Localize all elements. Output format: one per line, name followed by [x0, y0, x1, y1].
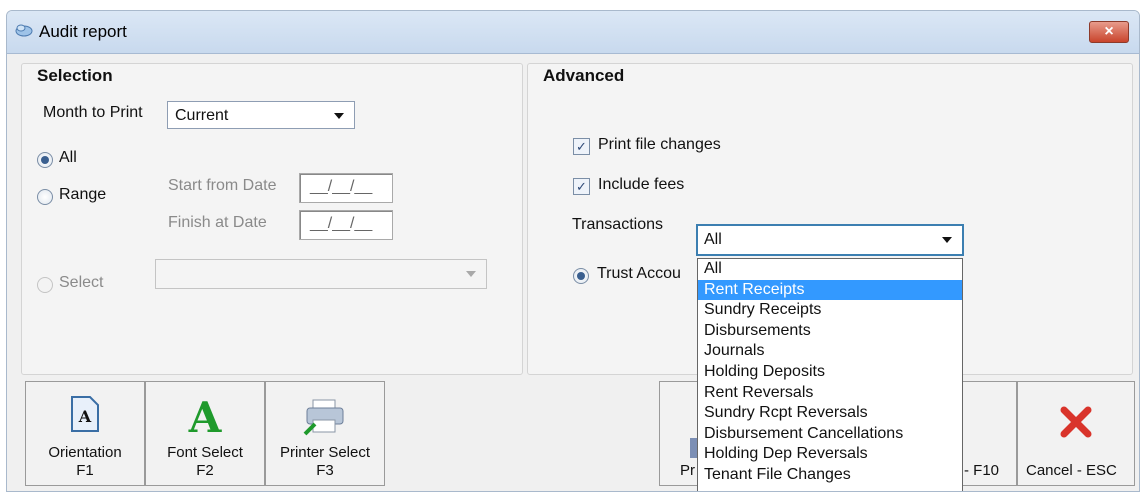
select-radio-label: Select [59, 274, 104, 291]
audit-report-window: Audit report × Selection Month to Print … [6, 10, 1140, 492]
month-to-print-select[interactable]: Current [167, 101, 355, 129]
start-from-date-field[interactable]: __/__/__ [299, 173, 393, 203]
selection-title: Selection [37, 66, 113, 85]
font-select-caption: Font Select F2 [146, 444, 264, 480]
transactions-select[interactable]: All [696, 224, 964, 256]
transactions-option[interactable]: Disbursement Cancellations [698, 424, 962, 445]
month-to-print-label: Month to Print [43, 104, 143, 121]
transactions-dropdown-list: All Rent Receipts Sundry Receipts Disbursem… [697, 258, 963, 491]
transactions-option[interactable]: Rent Receipts [698, 279, 962, 301]
printer-select-key: F3 [316, 462, 334, 479]
printer-select-caption: Printer Select F3 [266, 444, 384, 480]
transactions-option[interactable]: All [698, 259, 962, 280]
transactions-label: Transactions [572, 216, 663, 233]
include-fees-checkbox[interactable]: ✓ [573, 178, 590, 195]
cancel-button[interactable]: Cancel - ESC [1017, 381, 1135, 486]
orientation-caption: Orientation F1 [26, 444, 144, 480]
chevron-down-icon [334, 113, 344, 119]
finish-at-date-field[interactable]: __/__/__ [299, 210, 393, 240]
chevron-down-icon [466, 271, 476, 277]
transactions-option[interactable]: Holding Deposits [698, 362, 962, 383]
font-icon: A [188, 396, 223, 436]
finish-at-date-label: Finish at Date [168, 214, 267, 231]
range-radio-label: Range [59, 186, 107, 203]
transactions-option[interactable]: Holding Dep Reversals [698, 444, 962, 465]
trust-account-label: Trust Accou [597, 265, 681, 282]
svg-text:A: A [78, 407, 92, 426]
transactions-option[interactable]: Disbursements [698, 321, 962, 342]
transactions-option[interactable]: Journals [698, 341, 962, 362]
font-select-button[interactable]: A Font Select F2 [145, 381, 265, 486]
cancel-label: Cancel - ESC [1026, 462, 1117, 479]
transactions-value: All [704, 231, 722, 248]
all-radio[interactable] [37, 152, 53, 168]
orientation-key: F1 [76, 462, 94, 479]
title-bar[interactable]: Audit report × [7, 11, 1139, 54]
print-file-changes-label: Print file changes [598, 136, 721, 153]
svg-text:A: A [188, 396, 223, 436]
orientation-button[interactable]: A Orientation F1 [25, 381, 145, 486]
window-title: Audit report [39, 22, 127, 41]
include-fees-label: Include fees [598, 176, 685, 193]
print-label-partial: - F10 [964, 462, 1000, 479]
advanced-title: Advanced [543, 66, 625, 85]
cancel-icon [1060, 406, 1092, 438]
month-to-print-value: Current [175, 107, 229, 124]
orientation-icon: A [71, 396, 99, 432]
transactions-option[interactable]: Tenant File Changes [698, 465, 962, 486]
printer-select-label: Printer Select [279, 444, 371, 461]
print-file-changes-checkbox[interactable]: ✓ [573, 138, 590, 155]
trust-account-radio[interactable] [573, 268, 589, 284]
font-select-label: Font Select [167, 444, 243, 461]
app-icon [15, 24, 33, 37]
orientation-label: Orientation [48, 444, 122, 461]
font-select-key: F2 [196, 462, 214, 479]
all-radio-label: All [59, 149, 77, 166]
transactions-option[interactable]: Rent Reversals [698, 383, 962, 404]
printer-select-button[interactable]: Printer Select F3 [265, 381, 385, 486]
printer-icon [303, 399, 344, 436]
select-combo[interactable] [155, 259, 487, 289]
transactions-option[interactable]: Sundry Receipts [698, 300, 962, 321]
close-button[interactable]: × [1089, 21, 1129, 43]
transactions-option[interactable]: Sundry Rcpt Reversals [698, 403, 962, 424]
range-radio[interactable] [37, 189, 53, 205]
chevron-down-icon [942, 237, 952, 243]
start-from-date-label: Start from Date [168, 177, 277, 194]
select-radio[interactable] [37, 277, 53, 293]
preview-label-partial: Pr [680, 462, 695, 479]
